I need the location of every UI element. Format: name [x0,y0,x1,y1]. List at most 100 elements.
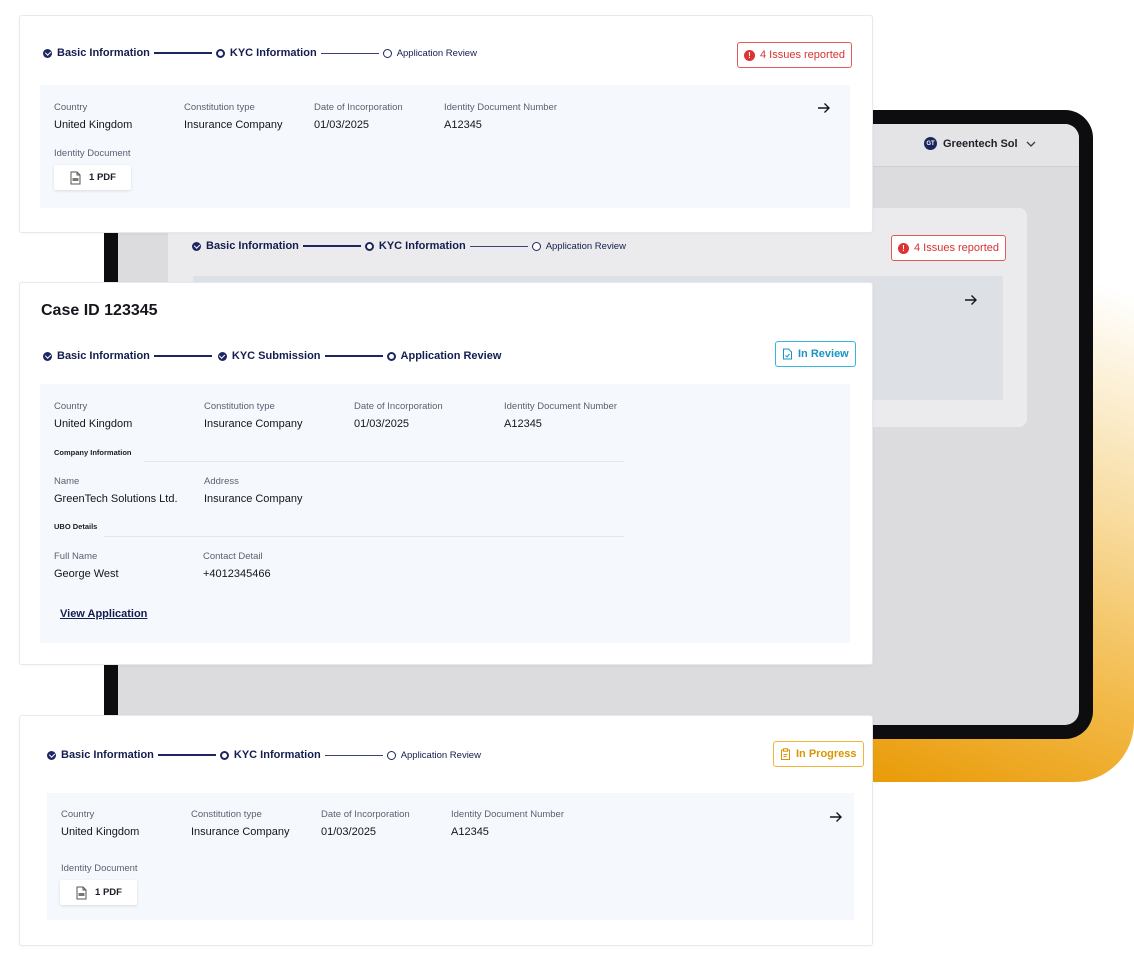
step-kyc-information: KYC Information [215,47,317,59]
section-title-company: Company Information [54,448,132,457]
avatar: GT [924,137,937,150]
field-label-id-number: Identity Document Number [444,102,557,113]
chevron-down-icon[interactable] [1024,139,1038,149]
step-basic-information: Basic Information [47,749,154,761]
page-title: Case ID 123345 [41,302,158,319]
field-label-country: Country [61,809,95,820]
field-label-company-name: Name [54,476,80,487]
step-connector [469,245,528,247]
pending-step-icon [382,48,392,58]
status-badge: In Review [775,341,856,367]
arrow-right-icon[interactable] [817,102,831,114]
field-label-constitution: Constitution type [184,102,255,113]
application-card-in-progress: Basic Information KYC Information Applic… [19,715,873,946]
field-value-country: United Kingdom [54,418,133,430]
progress-stepper: Basic Information KYC Information Applic… [43,47,477,59]
step-kyc-information: KYC Information [219,749,321,761]
check-circle-icon [43,351,52,361]
step-connector [320,52,379,54]
field-label-incorporation-date: Date of Incorporation [321,809,410,820]
step-connector [153,52,212,54]
alert-icon: ! [744,49,755,61]
active-step-icon [215,48,225,58]
field-label-constitution: Constitution type [191,809,262,820]
progress-stepper: Basic Information KYC Information Applic… [47,749,481,761]
progress-stepper: Basic Information KYC Submission Applica… [43,350,501,362]
step-connector [302,245,361,247]
status-badge: In Progress [773,741,864,767]
step-basic-information: Basic Information [192,240,299,252]
step-application-review: Application Review [531,241,626,252]
application-card-review: Case ID 123345 Basic Information KYC Sub… [19,282,873,665]
view-application-link[interactable]: View Application [60,608,147,620]
field-label-country: Country [54,401,88,412]
step-kyc-information: KYC Information [364,240,466,252]
field-value-company-name: GreenTech Solutions Ltd. [54,493,178,505]
field-label-constitution: Constitution type [204,401,275,412]
step-application-review: Application Review [382,48,477,59]
field-label-incorporation-date: Date of Incorporation [354,401,443,412]
field-label-country: Country [54,102,88,113]
document-icon [783,348,792,360]
field-label-identity-document: Identity Document [54,148,131,159]
pending-step-icon [386,750,396,760]
field-value-constitution: Insurance Company [191,826,290,838]
progress-stepper: Basic Information KYC Information Applic… [192,240,626,252]
field-value-full-name: George West [54,568,119,580]
field-label-id-number: Identity Document Number [451,809,564,820]
section-title-ubo: UBO Details [54,522,98,531]
field-value-country: United Kingdom [61,826,140,838]
field-label-incorporation-date: Date of Incorporation [314,102,403,113]
user-menu[interactable]: GT Greentech Sol [924,137,1038,150]
field-value-constitution: Insurance Company [204,418,303,430]
field-value-constitution: Insurance Company [184,119,283,131]
step-application-review: Application Review [386,750,481,761]
step-connector [157,754,216,756]
arrow-right-icon[interactable] [829,811,843,823]
clipboard-icon [781,748,790,760]
issues-badge[interactable]: ! 4 Issues reported [737,42,852,68]
step-basic-information: Basic Information [43,350,150,362]
details-panel: Country United Kingdom Constitution type… [40,384,850,643]
active-step-icon [364,241,374,251]
step-application-review: Application Review [386,350,501,362]
details-panel: Country United Kingdom Constitution type… [40,85,850,208]
field-label-id-number: Identity Document Number [504,401,617,412]
pdf-file-icon [76,886,87,899]
step-connector [324,754,383,756]
pending-step-icon [531,241,541,251]
field-value-address: Insurance Company [204,493,303,505]
field-value-incorporation-date: 01/03/2025 [321,826,377,838]
pdf-attachment[interactable]: 1 PDF [54,165,131,190]
field-value-id-number: A12345 [444,119,482,131]
field-value-contact: +4012345466 [203,568,271,580]
arrow-right-icon[interactable] [964,294,978,306]
field-label-address: Address [204,476,239,487]
step-connector [153,355,212,357]
active-step-icon [219,750,229,760]
field-value-id-number: A12345 [504,418,542,430]
step-connector [324,355,383,357]
pdf-attachment[interactable]: 1 PDF [60,880,137,905]
check-circle-icon [217,351,227,361]
application-card-issues: Basic Information KYC Information Applic… [19,15,873,233]
pdf-file-icon [70,171,81,184]
check-circle-icon [192,241,201,251]
issues-badge[interactable]: ! 4 Issues reported [891,235,1006,261]
step-basic-information: Basic Information [43,47,150,59]
step-kyc-submission: KYC Submission [217,350,321,362]
section-divider [144,461,624,462]
details-panel: Country United Kingdom Constitution type… [47,793,854,920]
field-value-country: United Kingdom [54,119,133,131]
field-label-full-name: Full Name [54,551,98,562]
active-step-icon [386,351,396,361]
field-value-id-number: A12345 [451,826,489,838]
field-value-incorporation-date: 01/03/2025 [314,119,370,131]
alert-icon: ! [898,242,909,254]
check-circle-icon [47,750,56,760]
field-value-incorporation-date: 01/03/2025 [354,418,410,430]
check-circle-icon [43,48,52,58]
field-label-contact: Contact Detail [203,551,263,562]
field-label-identity-document: Identity Document [61,863,138,874]
section-divider [104,536,624,537]
